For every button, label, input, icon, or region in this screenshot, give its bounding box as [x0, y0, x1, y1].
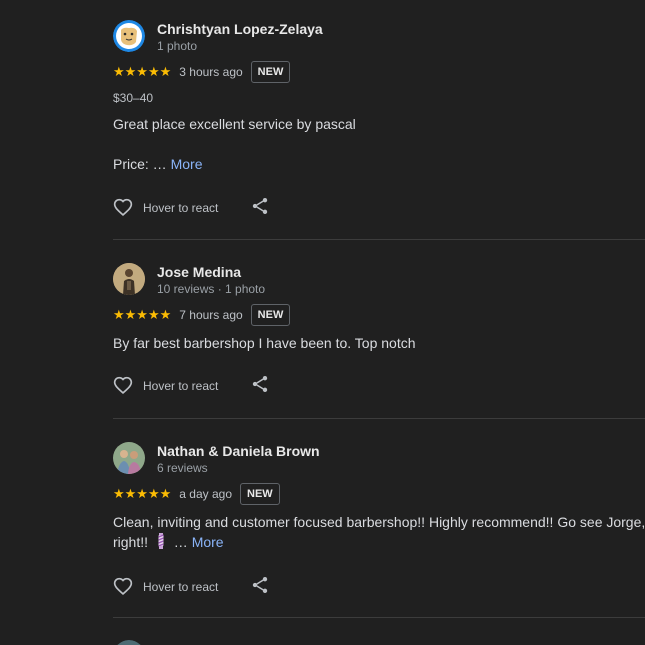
barber-pole-icon [156, 533, 166, 554]
react-label: Hover to react [143, 580, 219, 594]
more-link[interactable]: More [192, 534, 224, 550]
rating-row: ★★★★★ 3 hours ago NEW [113, 61, 645, 83]
avatar[interactable] [113, 640, 145, 645]
react-button[interactable]: Hover to react [113, 376, 218, 396]
author-name[interactable]: Jose Medina [157, 264, 265, 280]
review-text: Great place excellent service by pascal [113, 116, 356, 132]
review-time: a day ago [179, 487, 232, 501]
rating-row: ★★★★★ a day ago NEW [113, 483, 645, 505]
react-button[interactable]: Hover to react [113, 577, 218, 597]
avatar[interactable] [113, 263, 145, 295]
avatar[interactable] [113, 442, 145, 474]
star-rating: ★★★★★ [113, 486, 172, 501]
review-text: Clean, inviting and customer focused bar… [113, 514, 645, 530]
review-header: Chrishtyan Lopez-Zelaya 1 photo [113, 20, 645, 54]
divider [113, 418, 645, 419]
review-actions: Hover to react [113, 575, 645, 599]
new-badge: NEW [250, 61, 291, 83]
heart-outline-icon [113, 577, 133, 597]
review-card: Jose Medina 10 reviews · 1 photo ★★★★★ 7… [113, 263, 645, 398]
divider [113, 617, 645, 618]
review-text: By far best barbershop I have been to. T… [113, 335, 416, 351]
review-header: Nathan & Daniela Brown 6 reviews [113, 442, 645, 476]
author-info: Nathan & Daniela Brown 6 reviews [157, 442, 320, 476]
divider [113, 239, 645, 240]
new-badge: NEW [250, 304, 291, 326]
heart-outline-icon [113, 198, 133, 218]
review-card [113, 640, 645, 645]
author-meta: 10 reviews · 1 photo [157, 282, 266, 296]
star-rating: ★★★★★ [113, 307, 172, 322]
react-label: Hover to react [143, 379, 219, 393]
react-button[interactable]: Hover to react [113, 198, 218, 218]
price-label: Price: … [113, 156, 167, 172]
author-name[interactable]: Chrishtyan Lopez-Zelaya [157, 21, 323, 37]
share-icon [250, 575, 270, 600]
author-info: Chrishtyan Lopez-Zelaya 1 photo [157, 20, 323, 54]
share-button[interactable] [250, 575, 270, 600]
review-card: Nathan & Daniela Brown 6 reviews ★★★★★ a… [113, 442, 645, 599]
share-button[interactable] [250, 196, 270, 221]
star-rating: ★★★★★ [113, 64, 172, 79]
review-actions: Hover to react [113, 196, 645, 220]
author-meta: 1 photo [157, 39, 198, 53]
rating-row: ★★★★★ 7 hours ago NEW [113, 304, 645, 326]
react-label: Hover to react [143, 201, 219, 215]
more-link[interactable]: More [171, 156, 203, 172]
price-range: $30–40 [113, 91, 154, 105]
new-badge: NEW [240, 483, 280, 505]
review-time: 7 hours ago [179, 308, 243, 322]
review-price-line: Price: … More [113, 154, 645, 174]
reviews-feed: Chrishtyan Lopez-Zelaya 1 photo ★★★★★ 3 … [0, 0, 645, 645]
avatar[interactable] [113, 20, 145, 52]
review-actions: Hover to react [113, 374, 645, 398]
review-text-continued: right!! … More [113, 532, 645, 554]
author-name[interactable]: Nathan & Daniela Brown [157, 443, 320, 459]
share-icon [250, 374, 270, 399]
review-header: Jose Medina 10 reviews · 1 photo [113, 263, 645, 297]
share-icon [250, 196, 270, 221]
share-button[interactable] [250, 374, 270, 399]
author-meta: 6 reviews [157, 461, 208, 475]
ellipsis: … [173, 534, 188, 550]
author-info: Jose Medina 10 reviews · 1 photo [157, 263, 265, 297]
heart-outline-icon [113, 376, 133, 396]
review-time: 3 hours ago [179, 65, 243, 79]
review-text-line2: right!! [113, 534, 149, 550]
review-card: Chrishtyan Lopez-Zelaya 1 photo ★★★★★ 3 … [113, 20, 645, 220]
